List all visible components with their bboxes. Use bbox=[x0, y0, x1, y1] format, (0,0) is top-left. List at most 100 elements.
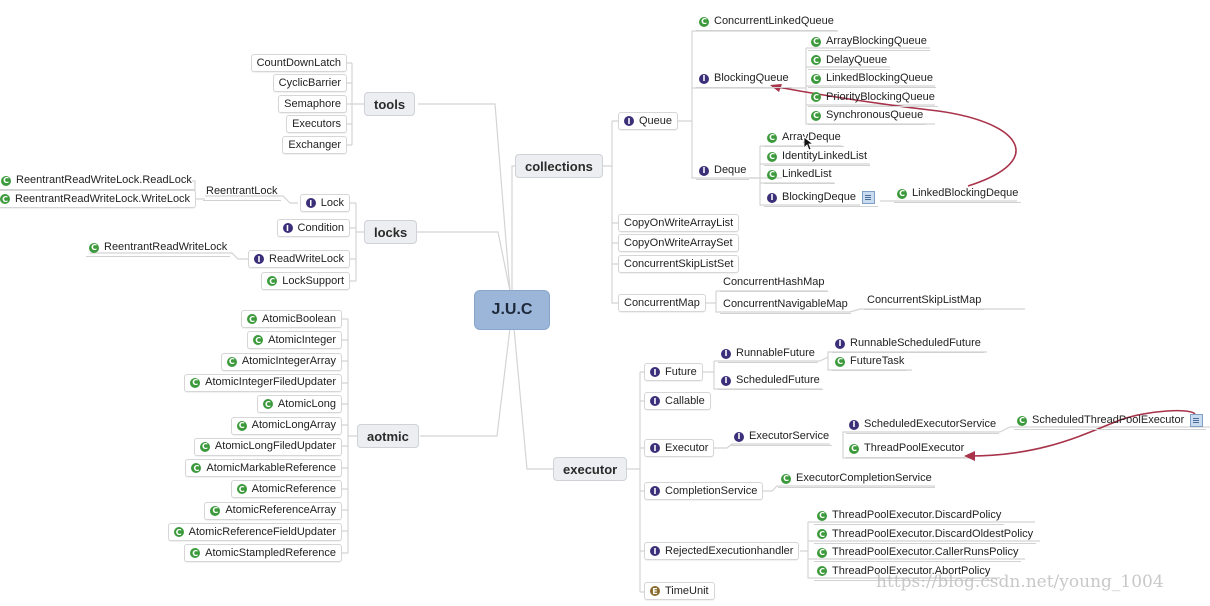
node-atomiclongarray[interactable]: C AtomicLongArray bbox=[230, 416, 342, 435]
note-icon[interactable] bbox=[1190, 414, 1204, 427]
note-icon[interactable] bbox=[862, 191, 875, 204]
branch-collections-label: collections bbox=[525, 158, 593, 174]
node-label: LinkedBlockingQueue bbox=[826, 72, 934, 85]
node-atomiclong[interactable]: C AtomicLong bbox=[256, 395, 342, 414]
class-icon: C bbox=[191, 463, 202, 474]
node-atomicboolean[interactable]: C AtomicBoolean bbox=[241, 310, 342, 328]
node-label: ConcurrentHashMap bbox=[723, 276, 825, 288]
node-exchanger[interactable]: Exchanger bbox=[282, 136, 347, 154]
class-icon: C bbox=[767, 169, 777, 180]
node-readlock[interactable]: C ReentrantReadWriteLock.ReadLock bbox=[0, 172, 195, 190]
node-synchronousqueue[interactable]: C SynchronousQueue bbox=[808, 107, 927, 126]
branch-executor[interactable]: executor bbox=[553, 457, 628, 481]
node-blockingqueue[interactable]: I BlockingQueue bbox=[696, 70, 792, 88]
node-callable[interactable]: I Callable bbox=[644, 392, 711, 410]
node-executors[interactable]: Executors bbox=[286, 115, 347, 133]
node-timeunit[interactable]: E TimeUnit bbox=[644, 582, 715, 600]
node-executor[interactable]: I Executor bbox=[644, 439, 715, 457]
node-locksupport[interactable]: C LockSupport bbox=[261, 272, 350, 290]
node-atomicreferencefieldupdater[interactable]: C AtomicReferenceFieldUpdater bbox=[167, 523, 342, 541]
node-label: ConcurrentLinkedQueue bbox=[714, 15, 834, 27]
node-label: RejectedExecutionhandler bbox=[665, 544, 794, 557]
node-queue[interactable]: I Queue bbox=[618, 112, 679, 130]
node-linkedblockingdeque[interactable]: C LinkedBlockingDeque bbox=[894, 185, 1022, 203]
class-icon: C bbox=[811, 92, 821, 103]
node-condition[interactable]: I Condition bbox=[276, 219, 350, 237]
node-linkedlist[interactable]: C LinkedList bbox=[764, 166, 835, 184]
node-concurrentlinkedqueue[interactable]: C ConcurrentLinkedQueue bbox=[696, 13, 837, 31]
branch-aotmic-label: aotmic bbox=[367, 428, 409, 444]
class-icon: C bbox=[811, 110, 821, 121]
node-writelock[interactable]: C ReentrantReadWriteLock.WriteLock bbox=[0, 190, 197, 208]
class-icon: C bbox=[767, 151, 777, 162]
node-cyclicbarrier[interactable]: CyclicBarrier bbox=[272, 74, 347, 92]
class-icon: C bbox=[262, 399, 273, 410]
node-reentrantlock[interactable]: ReentrantLock bbox=[203, 183, 281, 201]
node-concurrentskiplistmap[interactable]: ConcurrentSkipListMap bbox=[864, 292, 985, 310]
node-semaphore[interactable]: Semaphore bbox=[278, 95, 347, 113]
node-concurrentnavigablemap[interactable]: ConcurrentNavigableMap bbox=[720, 296, 851, 314]
node-rejectedexecutionhandler[interactable]: I RejectedExecutionhandler bbox=[644, 542, 800, 560]
branch-collections[interactable]: collections bbox=[515, 154, 603, 178]
node-label: RunnableFuture bbox=[736, 347, 815, 359]
node-threadpoolexecutor-discardpolicy[interactable]: C ThreadPoolExecutor.DiscardPolicy bbox=[814, 507, 1005, 525]
node-priorityblockingqueue[interactable]: C PriorityBlockingQueue bbox=[808, 89, 938, 107]
node-scheduledexecutorservice[interactable]: I ScheduledExecutorService bbox=[846, 416, 1000, 434]
branch-locks[interactable]: locks bbox=[364, 220, 418, 244]
node-threadpoolexecutor-discardoldestpolicy[interactable]: C ThreadPoolExecutor.DiscardOldestPolicy bbox=[814, 526, 1037, 544]
node-runnablefuture[interactable]: I RunnableFuture bbox=[718, 345, 818, 363]
node-concurrenthashmap[interactable]: ConcurrentHashMap bbox=[720, 274, 828, 292]
node-label: ReadWriteLock bbox=[269, 252, 344, 265]
node-label: AtomicLongArray bbox=[251, 419, 336, 431]
node-label: AtomicReferenceArray bbox=[225, 504, 336, 517]
node-threadpoolexecutor[interactable]: C ThreadPoolExecutor bbox=[846, 440, 968, 458]
node-atomicmarkablereference[interactable]: C AtomicMarkableReference bbox=[185, 459, 342, 478]
node-futuretask[interactable]: C FutureTask bbox=[832, 353, 908, 371]
node-label: ExecutorService bbox=[749, 430, 830, 442]
branch-tools[interactable]: tools bbox=[364, 92, 416, 116]
node-scheduledfuture[interactable]: I ScheduledFuture bbox=[718, 372, 823, 390]
node-concurrentskiplistset[interactable]: ConcurrentSkipListSet bbox=[618, 255, 740, 273]
node-completionservice[interactable]: I CompletionService bbox=[644, 482, 764, 500]
node-identitylinkedlist[interactable]: C IdentityLinkedList bbox=[764, 148, 870, 166]
node-concurrentmap[interactable]: ConcurrentMap bbox=[618, 294, 706, 312]
node-blockingdeque[interactable]: I BlockingDeque bbox=[764, 189, 878, 207]
node-label: ThreadPoolExecutor.DiscardOldestPolicy bbox=[832, 527, 1034, 540]
node-atomicinteger[interactable]: C AtomicInteger bbox=[247, 331, 342, 350]
node-runnablescheduledfuture[interactable]: I RunnableScheduledFuture bbox=[832, 335, 984, 353]
interface-icon: I bbox=[254, 254, 264, 264]
node-executorservice[interactable]: I ExecutorService bbox=[731, 428, 833, 446]
node-delayqueue[interactable]: C DelayQueue bbox=[808, 52, 891, 70]
node-reentrantreadwritelock[interactable]: C ReentrantReadWriteLock bbox=[86, 239, 231, 257]
node-readwritelock[interactable]: I ReadWriteLock bbox=[248, 250, 350, 268]
node-label: AtomicBoolean bbox=[262, 312, 336, 325]
class-icon: C bbox=[817, 566, 827, 577]
node-label: PriorityBlockingQueue bbox=[826, 90, 935, 103]
node-label: CopyOnWriteArraySet bbox=[624, 236, 733, 249]
node-copyonwritearrayset[interactable]: CopyOnWriteArraySet bbox=[618, 234, 739, 252]
node-label: Deque bbox=[714, 164, 747, 176]
node-atomicstampledreference[interactable]: C AtomicStampledReference bbox=[184, 544, 342, 563]
link-root-aotmic bbox=[420, 327, 511, 437]
node-lock[interactable]: I Lock bbox=[299, 194, 350, 212]
node-deque[interactable]: I Deque bbox=[696, 162, 750, 180]
node-linkedblockingqueue[interactable]: C LinkedBlockingQueue bbox=[808, 70, 937, 89]
node-threadpoolexecutor-callerrunspolicy[interactable]: C ThreadPoolExecutor.CallerRunsPolicy bbox=[814, 544, 1022, 563]
root-node[interactable]: J.U.C bbox=[474, 290, 550, 330]
node-label: LockSupport bbox=[282, 274, 344, 287]
node-scheduledthreadpoolexecutor[interactable]: C ScheduledThreadPoolExecutor bbox=[1014, 412, 1207, 430]
node-arrayblockingqueue[interactable]: C ArrayBlockingQueue bbox=[808, 33, 930, 51]
branch-aotmic[interactable]: aotmic bbox=[357, 424, 419, 448]
node-countdownlatch[interactable]: CountDownLatch bbox=[250, 54, 347, 72]
interface-icon: I bbox=[305, 198, 316, 208]
node-atomicintegerfiledupdater[interactable]: C AtomicIntegerFiledUpdater bbox=[184, 373, 342, 392]
node-copyonwritearraylist[interactable]: CopyOnWriteArrayList bbox=[618, 214, 740, 232]
node-executorcompletionservice[interactable]: C ExecutorCompletionService bbox=[778, 470, 935, 488]
node-future[interactable]: I Future bbox=[644, 363, 703, 381]
node-atomiclongfiledupdater[interactable]: C AtomicLongFiledUpdater bbox=[193, 437, 342, 456]
node-label: ThreadPoolExecutor bbox=[864, 442, 965, 454]
node-label: Exchanger bbox=[288, 138, 341, 151]
node-atomicreferencearray[interactable]: C AtomicReferenceArray bbox=[204, 501, 342, 520]
node-atomicintegerarray[interactable]: C AtomicIntegerArray bbox=[220, 352, 342, 371]
node-atomicreference[interactable]: C AtomicReference bbox=[230, 480, 342, 499]
